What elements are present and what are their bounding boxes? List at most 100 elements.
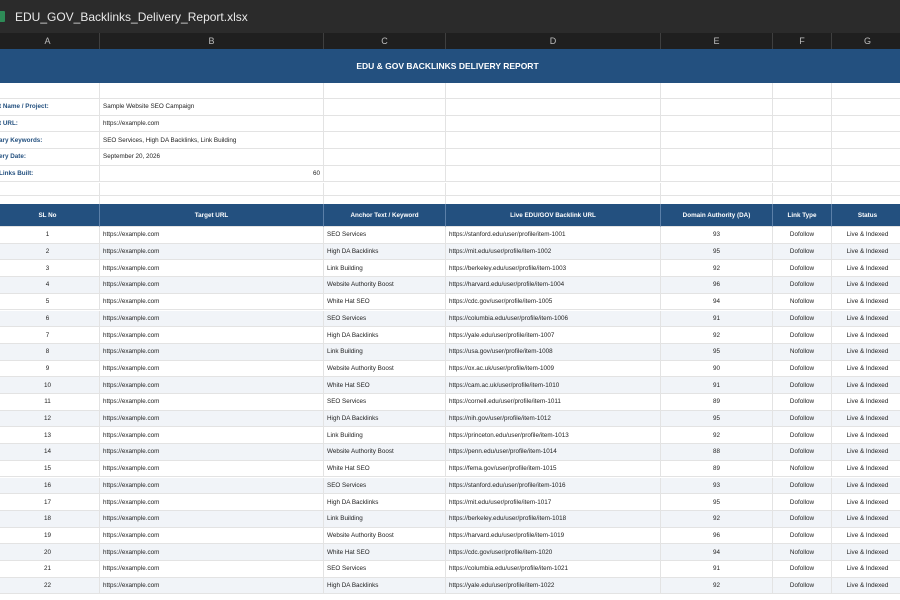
table-cell[interactable]: 90 [661, 360, 773, 378]
empty-cell[interactable] [661, 83, 773, 99]
empty-cell[interactable] [446, 182, 661, 196]
table-cell[interactable]: https://mit.edu/user/profile/item-1002 [446, 243, 661, 261]
table-cell[interactable]: 13 [0, 427, 100, 445]
info-label[interactable]: ary Keywords: [0, 132, 100, 150]
table-cell[interactable]: 17 [0, 494, 100, 511]
empty-cell[interactable] [773, 182, 832, 196]
table-cell[interactable]: 14 [0, 444, 100, 461]
empty-cell[interactable] [661, 149, 773, 166]
table-cell[interactable]: 2 [0, 243, 100, 261]
table-cell[interactable]: Website Authority Boost [324, 277, 446, 294]
table-cell[interactable]: Website Authority Boost [324, 360, 446, 378]
table-cell[interactable]: High DA Backlinks [324, 327, 446, 344]
table-cell[interactable]: Live & Indexed [832, 227, 900, 244]
table-cell[interactable]: https://nih.gov/user/profile/item-1012 [446, 410, 661, 428]
report-title-banner[interactable]: EDU & GOV BACKLINKS DELIVERY REPORT [0, 49, 900, 83]
table-cell[interactable]: Live & Indexed [832, 243, 900, 261]
table-cell[interactable]: Dofollow [773, 577, 832, 595]
empty-cell[interactable] [773, 115, 832, 133]
table-cell[interactable]: https://mit.edu/user/profile/item-1017 [446, 494, 661, 511]
empty-cell[interactable] [446, 149, 661, 166]
column-header-b[interactable]: B [100, 33, 324, 49]
table-cell[interactable]: 3 [0, 260, 100, 278]
empty-cell[interactable] [446, 132, 661, 150]
table-cell[interactable]: https://harvard.edu/user/profile/item-10… [446, 527, 661, 545]
table-cell[interactable]: 19 [0, 527, 100, 545]
table-cell[interactable]: Live & Indexed [832, 394, 900, 411]
table-cell[interactable]: https://example.com [100, 343, 324, 361]
table-cell[interactable]: SEO Services [324, 227, 446, 244]
info-label[interactable]: t Name / Project: [0, 99, 100, 116]
table-cell[interactable]: https://example.com [100, 494, 324, 511]
table-cell[interactable]: https://example.com [100, 527, 324, 545]
table-cell[interactable]: Dofollow [773, 394, 832, 411]
info-label[interactable]: Links Built: [0, 165, 100, 183]
table-cell[interactable]: 92 [661, 327, 773, 344]
table-cell[interactable]: Live & Indexed [832, 544, 900, 561]
table-cell[interactable]: 89 [661, 394, 773, 411]
table-cell[interactable]: SEO Services [324, 477, 446, 495]
empty-cell[interactable] [0, 83, 100, 99]
empty-cell[interactable] [661, 165, 773, 183]
table-cell[interactable]: Live & Indexed [832, 310, 900, 328]
table-cell[interactable]: 91 [661, 310, 773, 328]
table-cell[interactable]: Dofollow [773, 527, 832, 545]
table-cell[interactable]: Live & Indexed [832, 494, 900, 511]
table-cell[interactable]: https://stanford.edu/user/profile/item-1… [446, 227, 661, 244]
table-cell[interactable]: Dofollow [773, 477, 832, 495]
table-cell[interactable]: 7 [0, 327, 100, 344]
empty-cell[interactable] [661, 99, 773, 116]
table-cell[interactable]: Dofollow [773, 494, 832, 511]
table-cell[interactable]: https://columbia.edu/user/profile/item-1… [446, 310, 661, 328]
empty-cell[interactable] [661, 115, 773, 133]
table-cell[interactable]: https://example.com [100, 427, 324, 445]
table-cell[interactable]: https://example.com [100, 577, 324, 595]
table-cell[interactable]: 20 [0, 544, 100, 561]
table-cell[interactable]: Live & Indexed [832, 343, 900, 361]
table-cell[interactable]: https://example.com [100, 243, 324, 261]
empty-cell[interactable] [661, 182, 773, 196]
table-cell[interactable]: https://penn.edu/user/profile/item-1014 [446, 444, 661, 461]
table-cell[interactable]: 92 [661, 510, 773, 528]
table-cell[interactable]: Website Authority Boost [324, 444, 446, 461]
table-cell[interactable]: https://example.com [100, 293, 324, 311]
table-cell[interactable]: Dofollow [773, 510, 832, 528]
spreadsheet-grid[interactable]: EDU & GOV BACKLINKS DELIVERY REPORT t Na… [0, 49, 900, 600]
empty-cell[interactable] [832, 183, 900, 196]
table-cell[interactable]: 89 [661, 460, 773, 478]
table-cell[interactable]: SEO Services [324, 561, 446, 578]
info-label[interactable]: t URL: [0, 115, 100, 133]
table-cell[interactable]: https://cam.ac.uk/user/profile/item-1010 [446, 377, 661, 394]
table-cell[interactable]: https://cdc.gov/user/profile/item-1005 [446, 293, 661, 311]
table-cell[interactable]: Dofollow [773, 227, 832, 244]
empty-cell[interactable] [832, 99, 900, 116]
table-cell[interactable]: https://example.com [100, 544, 324, 561]
table-cell[interactable]: https://stanford.edu/user/profile/item-1… [446, 477, 661, 495]
table-cell[interactable]: https://example.com [100, 477, 324, 495]
info-value[interactable]: SEO Services, High DA Backlinks, Link Bu… [100, 132, 324, 150]
table-cell[interactable]: https://example.com [100, 260, 324, 278]
empty-cell[interactable] [832, 83, 900, 99]
table-cell[interactable]: 91 [661, 561, 773, 578]
info-value[interactable]: 60 [100, 165, 324, 183]
table-cell[interactable]: Link Building [324, 260, 446, 278]
table-cell[interactable]: 4 [0, 277, 100, 294]
table-cell[interactable]: https://berkeley.edu/user/profile/item-1… [446, 260, 661, 278]
table-cell[interactable]: https://cornell.edu/user/profile/item-10… [446, 394, 661, 411]
table-cell[interactable]: Live & Indexed [832, 327, 900, 344]
table-cell[interactable]: 1 [0, 227, 100, 244]
table-cell[interactable]: High DA Backlinks [324, 243, 446, 261]
table-cell[interactable]: Nofollow [773, 460, 832, 478]
table-cell[interactable]: Live & Indexed [832, 427, 900, 445]
empty-cell[interactable] [832, 132, 900, 150]
empty-cell[interactable] [661, 132, 773, 150]
info-value[interactable]: https://example.com [100, 115, 324, 133]
empty-cell[interactable] [832, 116, 900, 133]
table-cell[interactable]: Live & Indexed [832, 461, 900, 478]
table-cell[interactable]: Dofollow [773, 427, 832, 445]
table-cell[interactable]: https://example.com [100, 444, 324, 461]
table-cell[interactable]: 95 [661, 343, 773, 361]
table-cell[interactable]: 95 [661, 494, 773, 511]
table-cell[interactable]: 94 [661, 293, 773, 311]
table-cell[interactable]: https://example.com [100, 460, 324, 478]
